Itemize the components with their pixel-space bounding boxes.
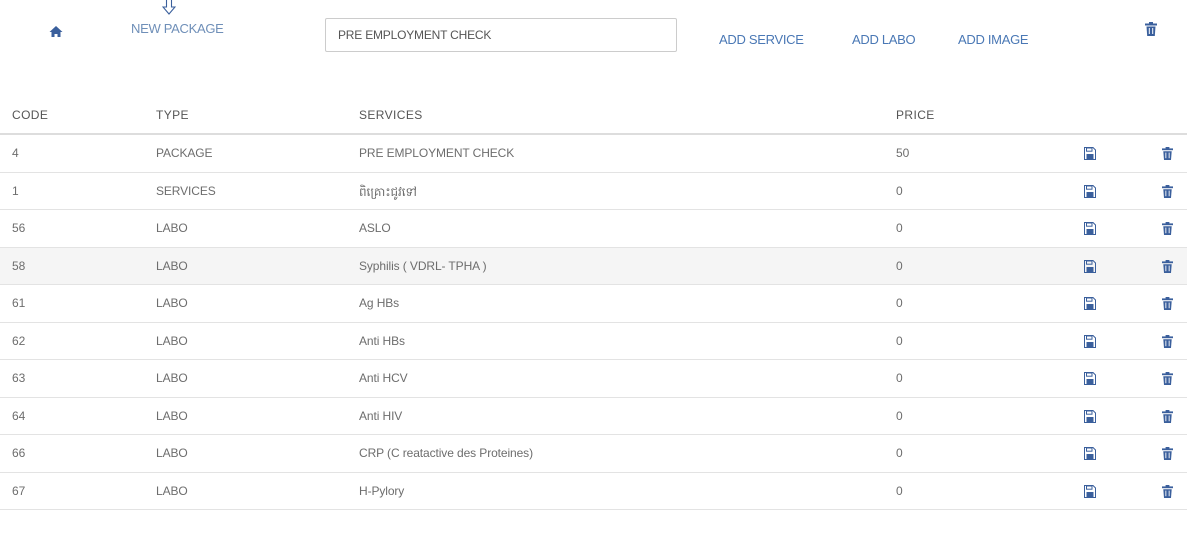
trash-icon[interactable] (1162, 409, 1173, 423)
cell-price: 0 (896, 296, 903, 310)
cell-price: 0 (896, 333, 903, 348)
trash-icon[interactable] (1162, 447, 1173, 460)
cell-type: LABO (156, 296, 188, 310)
cell-type: LABO (156, 371, 188, 385)
save-icon[interactable] (1084, 147, 1096, 160)
table-row: 66 LABO CRP (C reatactive des Proteines)… (0, 435, 1187, 473)
toolbar: NEW PACKAGE ADD SERVICE ADD LABO ADD IMA… (0, 0, 1187, 76)
cell-service: Syphilis ( VDRL- TPHA ) (359, 258, 487, 273)
cell-type: LABO (156, 258, 188, 273)
header-services: SERVICES (359, 108, 423, 122)
cell-service: Anti HIV (359, 408, 403, 423)
cell-code: 58 (12, 258, 26, 273)
cell-code: 4 (12, 146, 19, 160)
trash-icon[interactable] (1162, 147, 1173, 160)
services-table: CODE TYPE SERVICES PRICE 4 PACKAGE PRE E… (0, 96, 1187, 510)
new-package-link[interactable]: NEW PACKAGE (131, 21, 224, 36)
trash-icon[interactable] (1162, 222, 1173, 235)
cell-code: 67 (12, 483, 26, 498)
cell-service: Anti HCV (359, 371, 408, 385)
table-row: 61 LABO Ag HBs 0 (0, 285, 1187, 323)
table-row: 62 LABO Anti HBs 0 (0, 323, 1187, 360)
cell-service: ពិគ្រោះជូវទៅ (359, 184, 417, 199)
save-icon[interactable] (1084, 222, 1096, 235)
header-price: PRICE (896, 108, 935, 122)
cell-service: PRE EMPLOYMENT CHECK (359, 146, 515, 160)
delete-package-trash-icon[interactable] (1145, 22, 1157, 36)
cell-price: 50 (896, 146, 910, 160)
table-header: CODE TYPE SERVICES PRICE (0, 96, 1187, 135)
cell-type: LABO (156, 408, 188, 423)
package-name-input[interactable] (325, 18, 677, 52)
package-editor-page: NEW PACKAGE ADD SERVICE ADD LABO ADD IMA… (0, 0, 1187, 558)
save-icon[interactable] (1084, 372, 1096, 385)
down-arrow-icon (162, 0, 176, 16)
header-type: TYPE (156, 108, 189, 122)
cell-code: 62 (12, 333, 26, 348)
table-body: 4 PACKAGE PRE EMPLOYMENT CHECK 50 1 SERV… (0, 135, 1187, 510)
cell-type: SERVICES (156, 183, 216, 198)
add-service-link[interactable]: ADD SERVICE (719, 32, 804, 47)
add-image-link[interactable]: ADD IMAGE (958, 32, 1029, 47)
save-icon[interactable] (1084, 484, 1096, 498)
cell-type: LABO (156, 446, 188, 460)
cell-price: 0 (896, 183, 903, 198)
table-row: 67 LABO H-Pylory 0 (0, 473, 1187, 510)
cell-price: 0 (896, 483, 903, 498)
cell-service: H-Pylory (359, 483, 405, 498)
cell-price: 0 (896, 408, 903, 423)
trash-icon[interactable] (1162, 334, 1173, 348)
cell-code: 63 (12, 371, 26, 385)
cell-service: CRP (C reatactive des Proteines) (359, 446, 533, 460)
save-icon[interactable] (1084, 259, 1096, 273)
cell-price: 0 (896, 221, 903, 235)
cell-type: PACKAGE (156, 146, 213, 160)
cell-code: 56 (12, 221, 26, 235)
table-row: 63 LABO Anti HCV 0 (0, 360, 1187, 398)
cell-code: 61 (12, 296, 26, 310)
table-row: 56 LABO ASLO 0 (0, 210, 1187, 248)
cell-code: 66 (12, 446, 26, 460)
trash-icon[interactable] (1162, 484, 1173, 498)
table-row: 1 SERVICES ពិគ្រោះជូវទៅ 0 (0, 173, 1187, 210)
add-labo-link[interactable]: ADD LABO (852, 32, 916, 47)
table-row: 64 LABO Anti HIV 0 (0, 398, 1187, 435)
save-icon[interactable] (1084, 409, 1096, 423)
cell-price: 0 (896, 371, 903, 385)
save-icon[interactable] (1084, 184, 1096, 198)
trash-icon[interactable] (1162, 184, 1173, 198)
table-row: 58 LABO Syphilis ( VDRL- TPHA ) 0 (0, 247, 1187, 285)
cell-price: 0 (896, 446, 903, 460)
cell-type: LABO (156, 221, 188, 235)
trash-icon[interactable] (1162, 259, 1173, 273)
cell-price: 0 (896, 258, 903, 273)
trash-icon[interactable] (1162, 297, 1173, 310)
cell-service: Ag HBs (359, 296, 400, 310)
cell-service: ASLO (359, 221, 391, 235)
cell-service: Anti HBs (359, 333, 405, 348)
save-icon[interactable] (1084, 297, 1096, 310)
cell-code: 64 (12, 408, 26, 423)
home-icon[interactable] (48, 24, 64, 40)
save-icon[interactable] (1084, 334, 1096, 348)
trash-icon[interactable] (1162, 372, 1173, 385)
table-row: 4 PACKAGE PRE EMPLOYMENT CHECK 50 (0, 135, 1187, 173)
cell-type: LABO (156, 333, 188, 348)
cell-code: 1 (12, 183, 19, 198)
cell-type: LABO (156, 483, 188, 498)
header-code: CODE (12, 108, 49, 122)
save-icon[interactable] (1084, 447, 1096, 460)
